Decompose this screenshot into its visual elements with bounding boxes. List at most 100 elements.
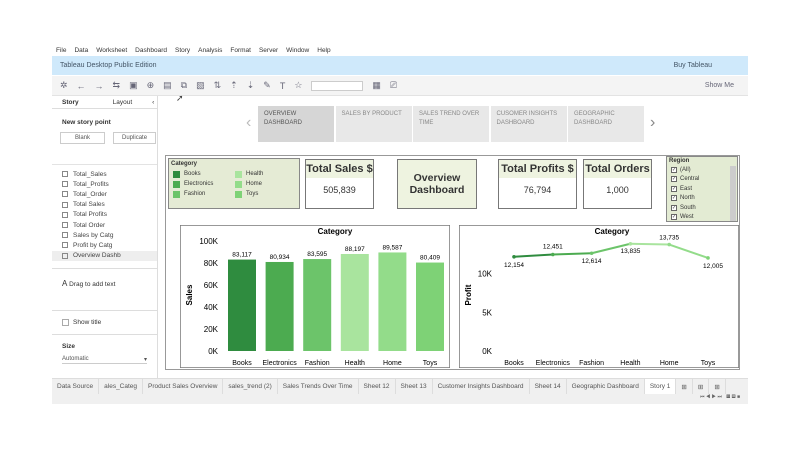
sheet-tab[interactable]: Customer Insights Dashboard [433, 379, 530, 394]
line-point-electronics[interactable] [551, 252, 555, 257]
forward-icon[interactable]: → [95, 81, 104, 91]
legend-item[interactable]: Health [235, 169, 295, 179]
label-icon[interactable]: T [280, 81, 286, 91]
story-sheet-item[interactable]: Total_Order [52, 189, 157, 199]
region-scrollbar[interactable] [730, 166, 736, 221]
drag-text-area[interactable]: A Drag to add text [52, 268, 157, 310]
region-filter[interactable]: Region ✓ (All) ✓ Central ✓ East ✓ North ✓ South ✓ W… [666, 156, 738, 222]
story-sheet-item[interactable]: Total_Sales [52, 169, 157, 179]
prev-story-point-icon[interactable]: ‹ [246, 114, 251, 132]
new-datasource-icon[interactable]: ⊕ [147, 80, 155, 91]
fit-dropdown[interactable] [311, 80, 364, 91]
tableau-logo-icon[interactable]: ✲ [60, 80, 68, 91]
menu-server[interactable]: Server [259, 47, 278, 54]
story-sheet-item[interactable]: Overview Dashb [52, 250, 157, 261]
sheet-tab[interactable]: Story 1 [644, 379, 677, 394]
menu-story[interactable]: Story [175, 47, 190, 54]
story-sheet-item[interactable]: Sales by Catg [52, 230, 157, 240]
new-worksheet-icon[interactable]: ▤ [163, 80, 172, 91]
story-point-tab[interactable]: CUSOMER INSIGHTS DASHBOARD [490, 106, 567, 142]
bar-electronics[interactable] [265, 261, 294, 351]
menu-format[interactable]: Format [230, 47, 251, 54]
region-option[interactable]: ✓ East [667, 184, 737, 194]
redo-icon[interactable]: ⇆ [113, 80, 121, 91]
line-point-fashion[interactable] [589, 251, 594, 256]
buy-tableau-link[interactable]: Buy Tableau [674, 62, 712, 69]
menu-worksheet[interactable]: Worksheet [96, 47, 127, 54]
story-sheet-item[interactable]: Profit by Catg [52, 240, 157, 250]
collapse-icon[interactable]: ‹ [142, 99, 164, 106]
sheet-tab[interactable]: sales_trend (2) [223, 379, 278, 394]
sheet-tab[interactable]: Product Sales Overview [143, 379, 224, 394]
story-point-tab[interactable]: OVERVIEW DASHBOARD [258, 106, 334, 142]
duplicate-button[interactable]: Duplicate [113, 132, 157, 144]
pin-icon[interactable]: ☆ [294, 80, 302, 91]
new-dashboard-icon[interactable]: ⊞ [693, 379, 710, 394]
legend-item[interactable]: Toys [235, 189, 295, 199]
sheet-tab[interactable]: Data Source [52, 379, 100, 394]
save-icon[interactable]: ▣ [129, 80, 138, 91]
checkbox-checked-icon[interactable]: ✓ [671, 204, 677, 211]
bar-health[interactable] [340, 253, 369, 351]
story-sheet-item[interactable]: Total Order [52, 220, 157, 230]
region-option[interactable]: ✓ (All) [667, 165, 737, 175]
sheet-tab[interactable]: Sheet 14 [530, 379, 567, 394]
menu-analysis[interactable]: Analysis [198, 47, 222, 54]
highlight-icon[interactable]: ✎ [263, 80, 271, 91]
line-point-books[interactable] [512, 255, 516, 259]
legend-item[interactable]: Home [235, 179, 295, 189]
bar-books[interactable] [228, 259, 256, 351]
story-sheet-item[interactable]: Total_Profits [52, 179, 157, 189]
checkbox-checked-icon[interactable]: ✓ [671, 214, 677, 221]
sheet-tab[interactable]: Geographic Dashboard [567, 379, 645, 394]
line-point-health[interactable] [628, 241, 633, 246]
clear-icon[interactable]: ▧ [196, 80, 205, 91]
region-option[interactable]: ✓ South [667, 203, 737, 213]
sheet-tab[interactable]: Sheet 12 [359, 379, 396, 394]
legend-item[interactable]: Fashion [173, 189, 235, 199]
story-sheet-item[interactable]: Total Profits [52, 210, 157, 220]
new-worksheet-icon[interactable]: ⊞ [676, 379, 693, 394]
back-icon[interactable]: ← [77, 81, 86, 91]
checkbox-checked-icon[interactable]: ✓ [671, 176, 677, 183]
checkbox-checked-icon[interactable]: ✓ [671, 185, 677, 192]
swap-icon[interactable]: ⇅ [214, 80, 222, 91]
legend-item[interactable]: Electronics [173, 179, 235, 189]
tab-story[interactable]: Story [52, 99, 89, 106]
line-point-toys[interactable] [706, 256, 710, 260]
legend-item[interactable]: Books [173, 169, 235, 179]
menu-data[interactable]: Data [74, 47, 88, 54]
bar-toys[interactable] [416, 262, 444, 351]
next-story-point-icon[interactable]: › [650, 114, 655, 132]
duplicate-icon[interactable]: ⧉ [181, 80, 187, 91]
menu-file[interactable]: File [56, 47, 66, 54]
sheet-tab[interactable]: Sheet 13 [396, 379, 433, 394]
bar-fashion[interactable] [303, 259, 332, 351]
story-sheet-item[interactable]: Total Sales [52, 200, 157, 210]
sheet-tab[interactable]: Sales Trends Over Time [278, 379, 359, 394]
new-story-icon[interactable]: ⊞ [709, 379, 726, 394]
region-option[interactable]: ✓ West [667, 213, 737, 222]
story-point-tab[interactable]: SALES TREND OVER TIME [413, 106, 489, 142]
bar-home[interactable] [378, 252, 407, 351]
checkbox-checked-icon[interactable]: ✓ [671, 195, 677, 202]
show-me-button[interactable]: Show Me [705, 82, 734, 89]
show-cards-icon[interactable]: ▦ [372, 80, 381, 91]
sheet-tab[interactable]: ales_Categ [99, 379, 144, 394]
menu-help[interactable]: Help [317, 47, 330, 54]
tab-layout[interactable]: Layout [103, 99, 143, 106]
region-option[interactable]: ✓ North [667, 194, 737, 204]
region-option[interactable]: ✓ Central [667, 175, 737, 185]
line-point-home[interactable] [667, 242, 671, 247]
size-dropdown[interactable]: Automatic ▾ [62, 356, 147, 364]
sort-desc-icon[interactable]: ⇣ [247, 80, 255, 91]
menu-window[interactable]: Window [286, 47, 309, 54]
story-point-tab[interactable]: SALES BY PRODUCT [335, 106, 412, 142]
menu-dashboard[interactable]: Dashboard [135, 47, 167, 54]
story-point-tab[interactable]: GEOGRAPHIC DASHBOARD [568, 106, 644, 142]
show-title-checkbox[interactable] [62, 319, 69, 326]
category-legend[interactable]: Category Books Electronics Fashion Health Ho… [168, 158, 300, 209]
blank-button[interactable]: Blank [60, 132, 106, 144]
checkbox-checked-icon[interactable]: ✓ [671, 166, 677, 173]
sort-asc-icon[interactable]: ⇡ [230, 80, 238, 91]
